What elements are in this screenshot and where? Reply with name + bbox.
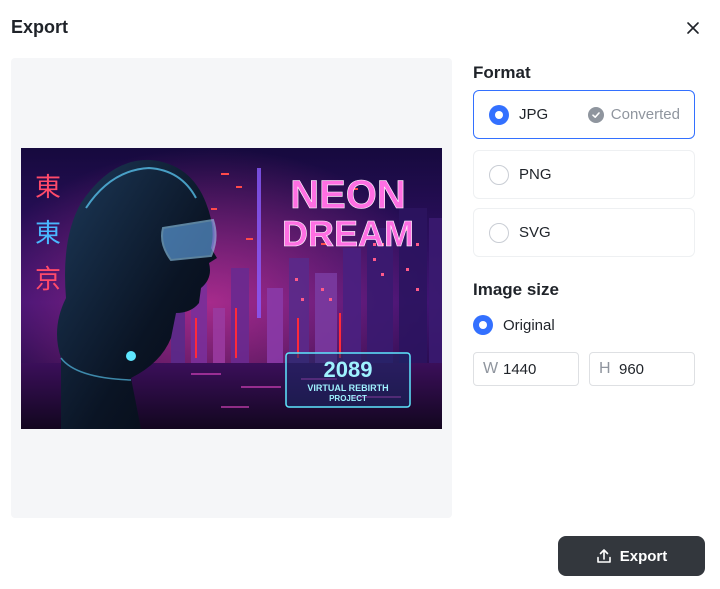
format-option-png[interactable]: PNG: [473, 150, 695, 199]
format-title: Format: [473, 63, 531, 82]
close-button[interactable]: [681, 16, 705, 40]
width-prefix: W: [483, 360, 499, 377]
format-option-svg[interactable]: SVG: [473, 208, 695, 257]
headline-line1: NEON: [290, 173, 406, 217]
radio-svg[interactable]: [489, 222, 509, 243]
image-size-title: Image size: [473, 280, 559, 299]
radio-jpg[interactable]: [489, 104, 509, 125]
export-button-label: Export: [619, 547, 668, 565]
check-circle-icon: [587, 106, 604, 123]
neon-char-3: 京: [35, 265, 61, 295]
format-option-jpg[interactable]: JPG Converted: [473, 90, 695, 139]
width-input[interactable]: [503, 360, 573, 378]
year-label: 2089: [324, 357, 373, 382]
subtitle-line1: VIRTUAL REBIRTH: [307, 383, 388, 393]
size-option-original[interactable]: Original: [473, 315, 555, 335]
headline-line2: DREAM: [282, 213, 414, 254]
preview-panel: 東 東 京 NEON DREAM 2089 VIRTUAL REBIRTH PR…: [11, 58, 452, 518]
converted-status: Converted: [587, 106, 680, 123]
format-label-svg: SVG: [519, 224, 551, 241]
format-label-png: PNG: [519, 166, 552, 183]
height-prefix: H: [599, 360, 611, 377]
radio-original[interactable]: [473, 315, 493, 335]
export-button[interactable]: Export: [558, 536, 705, 576]
size-label-original: Original: [503, 316, 555, 334]
close-icon: [687, 22, 699, 34]
format-label-jpg: JPG: [519, 106, 549, 123]
dialog-title: Export: [11, 17, 69, 37]
radio-png[interactable]: [489, 164, 509, 185]
neon-char-2: 東: [35, 219, 61, 249]
upload-icon: [596, 549, 611, 563]
converted-label: Converted: [610, 106, 680, 123]
height-field[interactable]: H: [589, 352, 695, 386]
width-field[interactable]: W: [473, 352, 579, 386]
neon-char-1: 東: [35, 173, 61, 203]
subtitle-line2: PROJECT: [329, 394, 367, 403]
height-input[interactable]: [619, 360, 689, 378]
preview-image: 東 東 京 NEON DREAM 2089 VIRTUAL REBIRTH PR…: [21, 148, 442, 429]
